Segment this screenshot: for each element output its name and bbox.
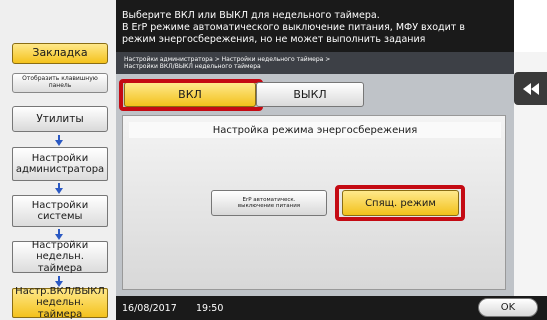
screen: Закладка Отобразить клавишную панель Ути… (0, 0, 547, 320)
on-button-highlight (119, 79, 263, 111)
erp-button-line-2: выключение питания (237, 203, 301, 209)
back-button[interactable] (514, 72, 547, 105)
show-keypad-button[interactable]: Отобразить клавишную панель (12, 73, 108, 93)
crumb-weekly-timer-onoff[interactable]: Настр.ВКЛ/ВЫКЛ недельн. таймера (12, 285, 108, 320)
breadcrumb-line-1: Настройки администратора > Настройки нед… (124, 56, 331, 63)
crumb-admin-settings-label: Настройки администратора (15, 152, 105, 176)
time-display: 19:50 (196, 303, 224, 314)
utilities-button[interactable]: Утилиты (12, 106, 108, 132)
top-right-area (514, 0, 547, 52)
breadcrumb-line-2: Настройки ВКЛ/ВЫКЛ недельного таймера (124, 63, 261, 71)
crumb-weekly-timer-settings[interactable]: Настройки недельн. таймера (12, 239, 108, 274)
date-display: 16/08/2017 (122, 303, 177, 314)
off-button[interactable]: ВЫКЛ (256, 82, 364, 107)
status-bar: 16/08/2017 19:50 OK (116, 296, 547, 320)
power-save-settings-panel: Настройка режима энергосбережения ErP ав… (122, 115, 506, 290)
message-line-3: режим энергосбережения, но не может выпо… (122, 33, 426, 45)
section-title: Настройка режима энергосбережения (129, 122, 501, 138)
down-arrow-icon (55, 135, 63, 146)
erp-auto-power-off-button[interactable]: ErP автоматическ. выключение питания (211, 190, 327, 216)
main-panel: Настройки администратора > Настройки нед… (116, 52, 514, 296)
crumb-admin-settings[interactable]: Настройки администратора (12, 147, 108, 181)
sidebar: Закладка Отобразить клавишную панель Ути… (0, 0, 116, 320)
show-keypad-label: Отобразить клавишную панель (22, 75, 98, 89)
bookmark-label: Закладка (32, 46, 88, 60)
off-button-label: ВЫКЛ (293, 88, 327, 101)
message-line-2: В ErP режиме автоматического выключение … (122, 21, 465, 33)
sleep-mode-button[interactable]: Спящ. режим (342, 190, 459, 216)
instruction-message: Выберите ВКЛ или ВЫКЛ для недельного тай… (116, 0, 514, 52)
ok-button[interactable]: OK (478, 298, 538, 317)
bookmark-button[interactable]: Закладка (12, 43, 108, 64)
ok-button-label: OK (500, 302, 516, 313)
breadcrumb: Настройки администратора > Настройки нед… (116, 52, 514, 74)
double-left-arrow-icon (522, 82, 539, 95)
crumb-system-settings[interactable]: Настройки системы (12, 195, 108, 227)
crumb-weekly-timer-onoff-label: Настр.ВКЛ/ВЫКЛ недельн. таймера (15, 285, 105, 320)
crumb-system-settings-label: Настройки системы (31, 199, 89, 223)
crumb-weekly-timer-settings-label: Настройки недельн. таймера (31, 239, 89, 274)
sleep-mode-label: Спящ. режим (365, 197, 436, 209)
message-line-1: Выберите ВКЛ или ВЫКЛ для недельного тай… (122, 10, 380, 21)
utilities-label: Утилиты (36, 112, 84, 125)
down-arrow-icon (55, 183, 63, 194)
